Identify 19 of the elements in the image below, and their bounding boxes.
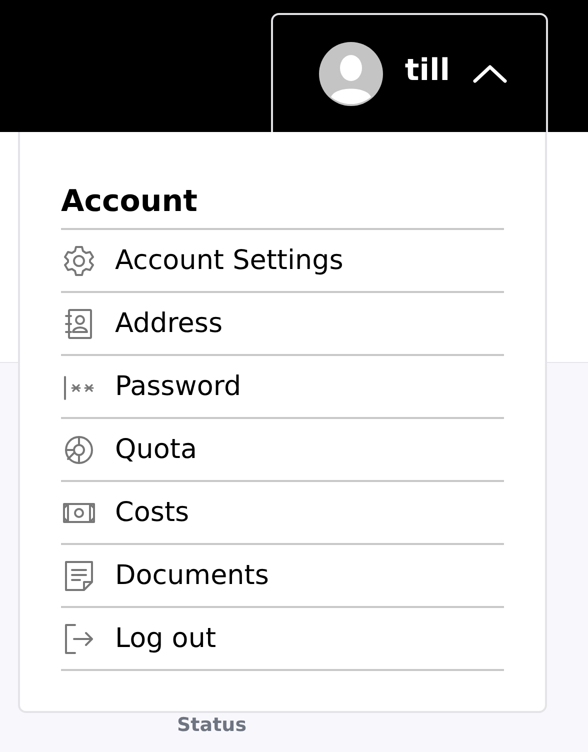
column-label: Status — [177, 714, 247, 736]
menu-item-label: Documents — [115, 560, 269, 591]
menu-item-label: Password — [115, 371, 242, 402]
menu-item-label: Costs — [115, 497, 190, 528]
menu-item-label: Address — [115, 308, 223, 339]
menu-item[interactable]: Quota — [61, 419, 504, 482]
avatar-icon — [318, 42, 383, 106]
menu-item-label: Log out — [115, 623, 216, 654]
caret-icon — [472, 64, 508, 84]
menu-item[interactable]: Password — [61, 356, 504, 419]
menu-item[interactable]: Address — [61, 293, 504, 356]
user-menu-button[interactable]: till — [271, 13, 548, 132]
menu-heading: Account — [61, 184, 504, 230]
menu-item[interactable]: Log out — [61, 608, 504, 671]
menu-item-label: Quota — [115, 434, 198, 465]
menu-item-label: Account Settings — [115, 245, 344, 276]
menu-item[interactable]: Costs — [61, 482, 504, 545]
menu-item[interactable]: Documents — [61, 545, 504, 608]
menu-item[interactable]: Account Settings — [61, 230, 504, 293]
